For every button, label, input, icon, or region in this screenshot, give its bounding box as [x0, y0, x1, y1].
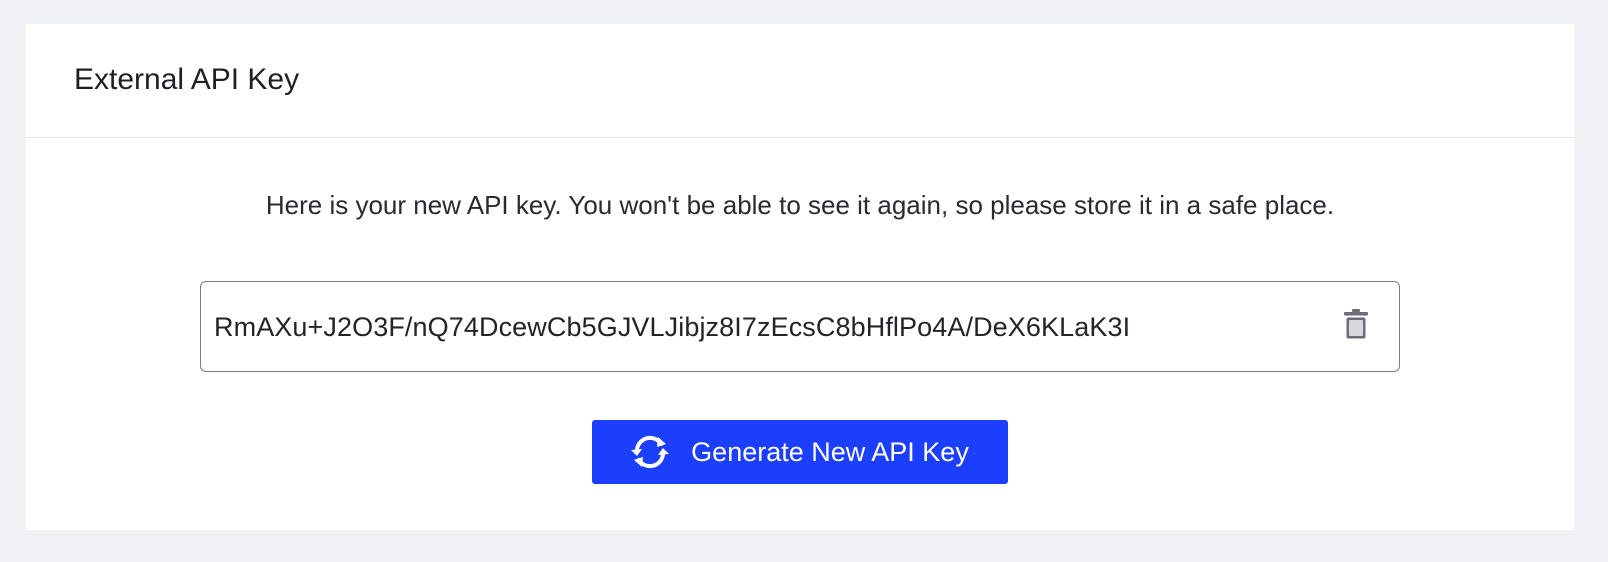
api-key-card: External API Key Here is your new API ke…: [26, 24, 1574, 530]
generate-button-label: Generate New API Key: [691, 436, 969, 467]
api-key-notice: Here is your new API key. You won't be a…: [265, 190, 1335, 220]
delete-key-button[interactable]: [1341, 307, 1371, 341]
card-header: External API Key: [26, 24, 1574, 138]
api-key-value[interactable]: RmAXu+J2O3F/nQ74DcewCb5GJVLJibjz8I7zEcsC…: [214, 312, 1341, 343]
generate-new-api-key-button[interactable]: Generate New API Key: [592, 420, 1008, 484]
refresh-icon: [629, 434, 671, 470]
trash-icon: [1344, 308, 1368, 338]
api-key-field[interactable]: RmAXu+J2O3F/nQ74DcewCb5GJVLJibjz8I7zEcsC…: [200, 281, 1400, 372]
card-title: External API Key: [74, 62, 300, 96]
card-body: Here is your new API key. You won't be a…: [26, 138, 1574, 530]
